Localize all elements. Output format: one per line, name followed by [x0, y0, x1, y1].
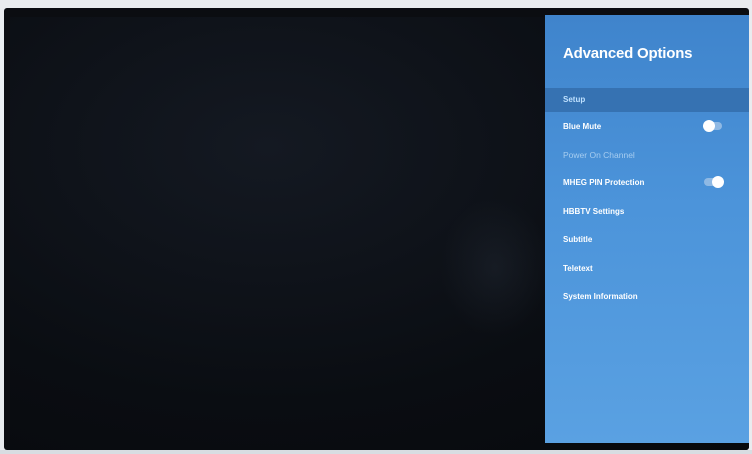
menu-item-hbbtv-settings[interactable]: HBBTV Settings — [545, 199, 749, 225]
menu-item-power-on-channel[interactable]: Power On Channel — [545, 142, 749, 168]
menu-item-label: Power On Channel — [563, 150, 635, 160]
menu-item-mheg-pin-protection[interactable]: MHEG PIN Protection — [545, 170, 749, 196]
tv-bottom-edge — [0, 450, 752, 454]
toggle-knob — [703, 120, 715, 132]
menu-item-label: Subtitle — [563, 235, 593, 244]
menu-item-label: MHEG PIN Protection — [563, 178, 645, 187]
blue-mute-toggle[interactable] — [703, 120, 722, 132]
screen-reflection — [440, 197, 550, 337]
menu-item-subtitle[interactable]: Subtitle — [545, 227, 749, 253]
toggle-knob — [712, 176, 724, 188]
section-header-setup: Setup — [545, 88, 749, 112]
menu-item-system-information[interactable]: System Information — [545, 284, 749, 310]
menu-item-blue-mute[interactable]: Blue Mute — [545, 114, 749, 140]
mheg-pin-toggle[interactable] — [704, 176, 724, 188]
menu-item-label: Blue Mute — [563, 122, 602, 131]
menu-item-label: HBBTV Settings — [563, 207, 625, 216]
menu-item-label: Teletext — [563, 264, 593, 273]
menu-item-label: System Information — [563, 292, 638, 301]
panel-title: Advanced Options — [563, 45, 693, 62]
advanced-options-panel: Advanced Options Setup Blue Mute Power O… — [545, 15, 749, 443]
section-header-label: Setup — [563, 95, 586, 104]
menu-item-teletext[interactable]: Teletext — [545, 256, 749, 282]
